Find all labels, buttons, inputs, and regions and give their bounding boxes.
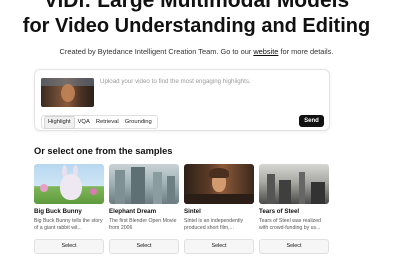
sample-title: Elephant Dream — [109, 208, 157, 215]
sample-card-sintel[interactable]: Sintel Sintel is an independently produc… — [184, 164, 254, 254]
mode-selector: Highlight VQA Retrieval Grounding — [41, 115, 158, 129]
subtitle-text: Created by Bytedance Intelligent Creatio… — [59, 47, 254, 56]
select-button[interactable]: Select — [184, 239, 254, 254]
mode-grounding[interactable]: Grounding — [122, 117, 155, 128]
page-title-line1: ViDi: Large Multimodal Models — [43, 0, 350, 12]
building — [267, 174, 275, 204]
character-hair — [209, 168, 229, 178]
sample-description: Tears of Steel was realized with crowd-f… — [259, 218, 321, 232]
sample-card-tears-of-steel[interactable]: Tears of Steel Tears of Steel was realiz… — [259, 164, 329, 254]
sample-description: The first Blender Open Movie from 2006 — [109, 218, 177, 232]
machine-tower — [131, 167, 145, 204]
bunny-body — [60, 174, 82, 200]
select-button[interactable]: Select — [259, 239, 329, 254]
page-title-line2: for Video Understanding and Editing — [22, 15, 371, 37]
sample-thumbnail[interactable] — [109, 164, 179, 204]
sample-thumbnail[interactable] — [259, 164, 329, 204]
select-button[interactable]: Select — [34, 239, 104, 254]
send-button[interactable]: Send — [299, 115, 324, 127]
flower — [40, 184, 48, 192]
flower — [90, 188, 97, 195]
sample-card-big-buck-bunny[interactable]: Big Buck Bunny Big Buck Bunny tells the … — [34, 164, 104, 254]
sample-description: Sintel is an independently produced shor… — [184, 218, 244, 232]
machine-tower — [153, 172, 162, 204]
sample-card-elephant-dream[interactable]: Elephant Dream The first Blender Open Mo… — [109, 164, 179, 254]
building — [311, 182, 325, 204]
thumbnail-figure — [61, 84, 75, 102]
building — [279, 180, 291, 204]
uploaded-video-thumbnail[interactable] — [41, 78, 94, 107]
sample-title: Sintel — [184, 208, 201, 215]
sample-title: Big Buck Bunny — [34, 208, 82, 215]
sample-thumbnail[interactable] — [184, 164, 254, 204]
page-subtitle: Created by Bytedance Intelligent Creatio… — [0, 47, 393, 57]
upload-prompt-input[interactable]: Upload your video to find the most engag… — [100, 78, 251, 85]
sample-thumbnail[interactable] — [34, 164, 104, 204]
sample-description: Big Buck Bunny tells the story of a gian… — [34, 218, 103, 232]
mode-highlight[interactable]: Highlight — [44, 115, 75, 129]
building — [299, 172, 305, 204]
select-button[interactable]: Select — [109, 239, 179, 254]
machine-tower — [115, 170, 125, 204]
machine-tower — [167, 176, 175, 204]
rock — [184, 194, 254, 204]
upload-panel: Upload your video to find the most engag… — [34, 69, 330, 131]
subtitle-text-end: for more details. — [278, 47, 334, 56]
website-link[interactable]: website — [253, 47, 278, 56]
mode-vqa[interactable]: VQA — [75, 117, 93, 128]
samples-heading: Or select one from the samples — [34, 146, 173, 156]
mode-retrieval[interactable]: Retrieval — [93, 117, 122, 128]
sample-title: Tears of Steel — [259, 208, 300, 215]
